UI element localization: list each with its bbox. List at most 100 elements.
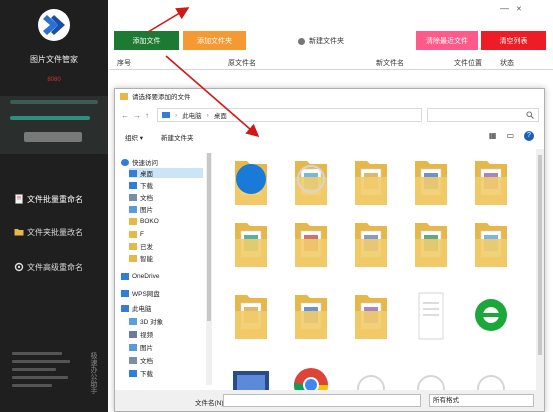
column-header[interactable]: 序号	[117, 58, 131, 68]
sidebar-footer-text: 极速办公助手	[90, 352, 97, 394]
file-item[interactable]	[409, 217, 453, 273]
view-mode-icon[interactable]: ▦	[489, 131, 497, 141]
file-open-dialog: 请选择要添加的文件 ← → ↑ › 此电脑 › 桌面 › 组织 ▾ 新建文件夹 …	[114, 88, 545, 412]
app-version: 8080	[47, 77, 61, 83]
close-button[interactable]: ✕	[516, 5, 522, 13]
tree-item-label: 文档	[140, 195, 153, 202]
new-folder-button[interactable]: 新建文件夹	[298, 36, 344, 46]
clear-recent-button[interactable]: 清除最近文件	[416, 31, 478, 50]
folder-icon	[235, 295, 267, 339]
filename-label: 文件名(N):	[195, 400, 226, 407]
column-header[interactable]: 状态	[500, 58, 514, 68]
dialog-search-input[interactable]	[427, 108, 539, 122]
file-item[interactable]	[289, 149, 333, 205]
preview-pane-icon[interactable]: ▭	[506, 131, 514, 141]
cube-icon	[129, 317, 137, 325]
dialog-address-bar: ← → ↑ › 此电脑 › 桌面 ›	[115, 106, 544, 124]
filename-input[interactable]	[223, 394, 421, 407]
file-item[interactable]	[349, 289, 393, 345]
minimize-button[interactable]: —	[500, 3, 509, 13]
tree-scrollbar[interactable]	[206, 153, 212, 385]
add-folder-button[interactable]: 添加文件夹	[183, 31, 246, 50]
file-item[interactable]	[229, 149, 273, 205]
column-header[interactable]: 原文件名	[228, 58, 256, 68]
tree-item[interactable]: BOKO	[129, 216, 203, 226]
tree-item-label: OneDrive	[132, 272, 160, 280]
tree-item[interactable]: 文档	[129, 192, 203, 202]
folder-icon	[295, 223, 327, 267]
file-item[interactable]	[349, 217, 393, 273]
tree-item[interactable]: OneDrive	[121, 271, 203, 281]
file-item[interactable]	[289, 289, 333, 345]
file-table-header: 序号 原文件名 新文件名 文件位置 状态	[110, 56, 553, 70]
add-file-button[interactable]: 添加文件	[114, 31, 179, 50]
folder-icon	[475, 223, 507, 267]
organize-menu[interactable]: 组织 ▾	[125, 132, 143, 142]
tree-item-label: 此电脑	[132, 306, 152, 313]
tree-item[interactable]: 3D 对象	[129, 316, 203, 326]
file-type-filter[interactable]: 所有格式	[429, 394, 534, 407]
file-item[interactable]	[409, 289, 453, 345]
back-arrow-icon[interactable]: ←	[121, 111, 129, 120]
folder-icon	[415, 223, 447, 267]
search-icon	[526, 111, 534, 119]
file-item[interactable]	[349, 155, 393, 211]
folder-icon	[475, 161, 507, 205]
tree-item[interactable]: 智能	[129, 253, 203, 263]
tree-item[interactable]: 图片	[129, 204, 203, 214]
download-icon	[129, 369, 137, 377]
breadcrumb-item[interactable]: 此电脑	[182, 110, 202, 120]
file-item[interactable]	[469, 217, 513, 273]
sidebar-item-advanced-rename[interactable]: 文件高级重命名	[14, 259, 104, 275]
clear-list-button[interactable]: 清空列表	[481, 31, 546, 50]
file-item[interactable]	[289, 217, 333, 273]
tree-item[interactable]: 下载	[129, 368, 203, 378]
file-item[interactable]	[469, 289, 513, 345]
tree-item[interactable]: 图片	[129, 342, 203, 352]
document-icon	[129, 356, 137, 364]
tree-item[interactable]: 视频	[129, 329, 203, 339]
column-header[interactable]: 新文件名	[376, 58, 404, 68]
sidebar-item-label: 文件夹批量改名	[27, 227, 83, 237]
sidebar-item-folder-rename[interactable]: 文件夹批量改名	[14, 224, 104, 240]
folder-plus-icon	[298, 37, 305, 45]
file-item[interactable]	[409, 155, 453, 211]
file-item[interactable]	[469, 155, 513, 211]
tree-item-label: 快速访问	[132, 160, 158, 167]
blank-icon	[297, 165, 325, 193]
file-item[interactable]	[229, 289, 273, 345]
address-breadcrumb[interactable]: › 此电脑 › 桌面 ›	[157, 108, 422, 122]
desktop-icon	[129, 169, 137, 177]
tree-item-label: 已发	[140, 244, 153, 251]
tree-item[interactable]: 下载	[129, 180, 203, 190]
tree-item[interactable]: 此电脑	[121, 303, 203, 313]
picture-icon	[129, 205, 137, 213]
tree-item[interactable]: 桌面	[129, 168, 203, 178]
tree-item[interactable]: 快速访问	[121, 157, 203, 167]
column-header[interactable]: 文件位置	[454, 58, 482, 68]
new-folder-label: 新建文件夹	[309, 38, 344, 45]
tree-item-label: 桌面	[140, 171, 153, 178]
tree-item[interactable]: F	[129, 229, 203, 239]
breadcrumb-item[interactable]: 桌面	[214, 110, 227, 120]
picture-icon	[129, 343, 137, 351]
file-grid-scrollbar[interactable]	[536, 149, 544, 395]
forward-arrow-icon[interactable]: →	[133, 111, 141, 120]
dialog-new-folder-button[interactable]: 新建文件夹	[161, 132, 194, 142]
blue-app-icon	[236, 164, 266, 194]
download-icon	[129, 181, 137, 189]
ie-browser-icon	[475, 299, 507, 331]
sidebar-item-batch-rename[interactable]: 文件批量重命名	[14, 191, 104, 207]
sidebar-banner	[0, 96, 108, 154]
help-icon[interactable]: ?	[524, 131, 534, 141]
tree-item[interactable]: WPS网盘	[121, 288, 203, 298]
tree-item-label: 视频	[140, 332, 153, 339]
tree-item[interactable]: 已发	[129, 241, 203, 251]
document-icon	[418, 292, 444, 340]
sidebar: 图片文件管家 8080 文件批量重命名 文件夹批量改名 文件高级重命名 极速办公…	[0, 0, 108, 412]
folder-icon	[129, 217, 137, 225]
tree-item[interactable]: 文档	[129, 355, 203, 365]
up-arrow-icon[interactable]: ↑	[145, 111, 149, 120]
folder-icon	[120, 92, 128, 100]
file-item[interactable]	[229, 217, 273, 273]
